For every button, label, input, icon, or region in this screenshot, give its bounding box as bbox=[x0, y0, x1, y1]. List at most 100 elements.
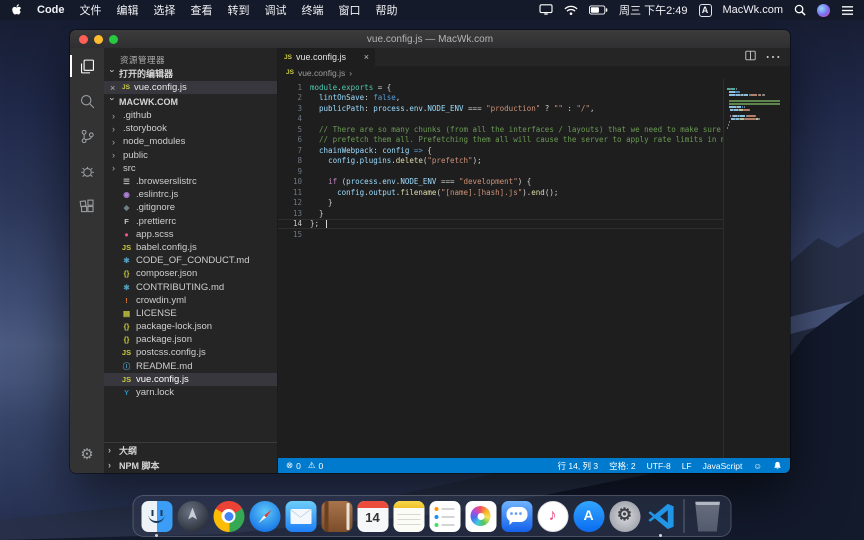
window-titlebar[interactable]: vue.config.js — MacWk.com bbox=[70, 30, 790, 48]
close-window-button[interactable] bbox=[79, 35, 88, 44]
active-app-name[interactable]: Code bbox=[37, 4, 65, 16]
minimap[interactable] bbox=[723, 79, 790, 458]
tree-file-crowdin.yml[interactable]: !crowdin.yml bbox=[104, 294, 277, 307]
dock-calendar-icon[interactable]: 14 bbox=[356, 498, 390, 534]
tree-folder-node_modules[interactable]: ›node_modules bbox=[104, 135, 277, 148]
tree-file-.gitignore[interactable]: ◆.gitignore bbox=[104, 201, 277, 214]
dock-chrome-icon[interactable] bbox=[212, 498, 246, 534]
dock-messages-icon[interactable]: ••• bbox=[500, 498, 534, 534]
tree-file-app.scss[interactable]: ●app.scss bbox=[104, 228, 277, 241]
tree-file-postcss.config.js[interactable]: JSpostcss.config.js bbox=[104, 346, 277, 359]
explorer-sidebar: 资源管理器 › 打开的编辑器 × JS vue.config.js › MACW… bbox=[104, 48, 278, 473]
code-lines: 1module.exports = {2 lintOnSave: false,3… bbox=[278, 82, 723, 240]
more-actions-icon[interactable]: ⋯ bbox=[765, 47, 781, 67]
open-editor-item[interactable]: × JS vue.config.js bbox=[104, 81, 277, 94]
menu-item-转到[interactable]: 转到 bbox=[228, 2, 250, 18]
menu-item-查看[interactable]: 查看 bbox=[191, 2, 213, 18]
minimize-window-button[interactable] bbox=[94, 35, 103, 44]
warning-icon: ⚠ bbox=[308, 460, 316, 471]
tab-vue-config-js[interactable]: JS vue.config.js × bbox=[278, 48, 375, 66]
search-icon[interactable] bbox=[794, 4, 806, 16]
tree-file-composer.json[interactable]: {}composer.json bbox=[104, 267, 277, 280]
tree-file-yarn.lock[interactable]: Yyarn.lock bbox=[104, 386, 277, 399]
errors-status[interactable]: ⊗ 0 bbox=[286, 460, 301, 471]
split-editor-icon[interactable] bbox=[745, 48, 756, 66]
menu-item-选择[interactable]: 选择 bbox=[154, 2, 176, 18]
dock-itunes-icon[interactable]: ♪ bbox=[536, 498, 570, 534]
dock-contacts-icon[interactable] bbox=[320, 498, 354, 534]
feedback-smiley-icon[interactable]: ☺ bbox=[753, 461, 762, 471]
sidebar-section-NPM 脚本[interactable]: ›NPM 脚本 bbox=[104, 458, 277, 473]
file-type-icon: ☰ bbox=[121, 177, 132, 186]
battery-icon[interactable] bbox=[589, 5, 608, 15]
input-source-icon[interactable]: A bbox=[699, 4, 712, 17]
menu-item-编辑[interactable]: 编辑 bbox=[117, 2, 139, 18]
minimap-line bbox=[727, 127, 790, 129]
dock-finder-icon[interactable] bbox=[140, 498, 174, 534]
manage-gear-icon[interactable]: ⚙ bbox=[80, 445, 93, 463]
open-editors-header[interactable]: › 打开的编辑器 bbox=[104, 66, 277, 81]
dock-launchpad-icon[interactable] bbox=[176, 498, 210, 534]
tree-file-CONTRIBUTING.md[interactable]: ✱CONTRIBUTING.md bbox=[104, 280, 277, 293]
dock-appstore-icon[interactable]: A bbox=[572, 498, 606, 534]
search-view-icon[interactable] bbox=[70, 90, 104, 112]
dock-sysprefs-icon[interactable]: ⚙ bbox=[608, 498, 642, 534]
menu-bar-clock[interactable]: 周三 下午2:49 bbox=[619, 2, 687, 18]
menu-item-窗口[interactable]: 窗口 bbox=[339, 2, 361, 18]
code-line-14: 14}; bbox=[278, 219, 723, 230]
wifi-icon[interactable] bbox=[564, 5, 578, 16]
menu-item-终端[interactable]: 终端 bbox=[302, 2, 324, 18]
tree-file-.browserslistrc[interactable]: ☰.browserslistrc bbox=[104, 175, 277, 188]
warnings-status[interactable]: ⚠ 0 bbox=[308, 460, 323, 471]
dock-notes-icon[interactable] bbox=[392, 498, 426, 534]
sidebar-section-大纲[interactable]: ›大纲 bbox=[104, 443, 277, 458]
status-indentation[interactable]: 空格: 2 bbox=[609, 460, 635, 472]
tree-file-babel.config.js[interactable]: JSbabel.config.js bbox=[104, 241, 277, 254]
line-number: 13 bbox=[278, 209, 310, 218]
tree-file-LICENSE[interactable]: ▤LICENSE bbox=[104, 307, 277, 320]
tree-file-package.json[interactable]: {}package.json bbox=[104, 333, 277, 346]
apple-menu-icon[interactable] bbox=[10, 3, 22, 17]
workspace-root-header[interactable]: › MACWK.COM bbox=[104, 94, 277, 109]
menu-item-调试[interactable]: 调试 bbox=[265, 2, 287, 18]
dock-vscode-icon[interactable] bbox=[644, 498, 678, 534]
debug-icon[interactable] bbox=[70, 160, 104, 182]
tree-file-.prettierrc[interactable]: F.prettierrc bbox=[104, 215, 277, 228]
notifications-bell-icon[interactable] bbox=[773, 461, 782, 470]
close-editor-icon[interactable]: × bbox=[110, 83, 118, 93]
close-tab-icon[interactable]: × bbox=[364, 52, 369, 62]
tree-file-CODE_OF_CONDUCT.md[interactable]: ✱CODE_OF_CONDUCT.md bbox=[104, 254, 277, 267]
menu-item-文件[interactable]: 文件 bbox=[80, 2, 102, 18]
menu-bar-account[interactable]: MacWk.com bbox=[723, 4, 784, 16]
breadcrumb[interactable]: JS vue.config.js › bbox=[278, 66, 790, 79]
siri-icon[interactable] bbox=[817, 4, 830, 17]
dock-mail-icon[interactable] bbox=[284, 498, 318, 534]
zoom-window-button[interactable] bbox=[109, 35, 118, 44]
status-eol[interactable]: LF bbox=[682, 461, 692, 471]
tree-file-package-lock.json[interactable]: {}package-lock.json bbox=[104, 320, 277, 333]
tree-folder-src[interactable]: ›src bbox=[104, 162, 277, 175]
dock-photos-icon[interactable] bbox=[464, 498, 498, 534]
code-editor[interactable]: 1module.exports = {2 lintOnSave: false,3… bbox=[278, 79, 790, 458]
status-cursor-position[interactable]: 行 14, 列 3 bbox=[558, 460, 599, 472]
status-language-mode[interactable]: JavaScript bbox=[703, 461, 743, 471]
js-file-icon: JS bbox=[286, 69, 294, 76]
breadcrumb-file[interactable]: vue.config.js bbox=[298, 68, 345, 78]
status-encoding[interactable]: UTF-8 bbox=[647, 461, 671, 471]
tree-file-vue.config.js[interactable]: JSvue.config.js bbox=[104, 373, 277, 386]
notification-center-icon[interactable] bbox=[841, 5, 854, 16]
dock-trash-icon[interactable] bbox=[691, 498, 725, 534]
display-icon[interactable] bbox=[539, 4, 553, 16]
dock-safari-icon[interactable] bbox=[248, 498, 282, 534]
tree-folder-.storybook[interactable]: ›.storybook bbox=[104, 122, 277, 135]
tree-file-.eslintrc.js[interactable]: ◉.eslintrc.js bbox=[104, 188, 277, 201]
explorer-icon[interactable] bbox=[70, 55, 104, 77]
extensions-icon[interactable] bbox=[70, 195, 104, 217]
source-control-icon[interactable] bbox=[70, 125, 104, 147]
tree-folder-.github[interactable]: ›.github bbox=[104, 109, 277, 122]
tree-folder-public[interactable]: ›public bbox=[104, 149, 277, 162]
dock-reminders-icon[interactable] bbox=[428, 498, 462, 534]
tree-file-README.md[interactable]: ⓘREADME.md bbox=[104, 360, 277, 373]
minimap-line bbox=[727, 100, 790, 102]
menu-item-帮助[interactable]: 帮助 bbox=[376, 2, 398, 18]
